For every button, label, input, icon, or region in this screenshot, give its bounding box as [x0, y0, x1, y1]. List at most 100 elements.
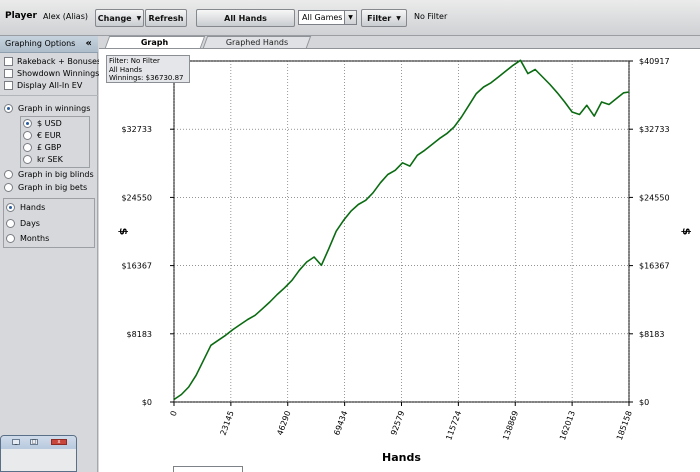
radio-label: Days: [20, 219, 40, 228]
unit-months-radio[interactable]: Months: [6, 233, 49, 244]
radio-button[interactable]: [6, 234, 15, 243]
currency-gbp-radio[interactable]: £ GBP: [23, 142, 61, 153]
all-hands-label: All Hands: [224, 13, 267, 23]
checkbox-label: Display All-In EV: [17, 81, 83, 90]
divider: [0, 95, 98, 96]
filter-status: No Filter: [414, 12, 448, 21]
minimized-window[interactable]: _ □ x: [0, 435, 77, 472]
x-tick-label: 0: [169, 410, 179, 418]
allin-ev-checkbox[interactable]: Display All-In EV: [4, 80, 82, 91]
x-tick-label: 23145: [219, 410, 236, 437]
checkbox-label: Rakeback + Bonuses: [17, 57, 102, 66]
radio-button[interactable]: [23, 119, 32, 128]
y-tick-label-left: $0: [142, 398, 152, 407]
radio-label: £ GBP: [37, 143, 62, 152]
y-tick-label-right: $0: [639, 398, 649, 407]
refresh-label: Refresh: [148, 13, 184, 23]
radio-button[interactable]: [4, 170, 13, 179]
filter-label: Filter: [367, 13, 392, 23]
radio-button[interactable]: [23, 131, 32, 140]
checkbox-box[interactable]: [4, 57, 13, 66]
radio-button[interactable]: [23, 143, 32, 152]
radio-label: Graph in big blinds: [18, 170, 94, 179]
currency-sek-radio[interactable]: kr SEK: [23, 154, 63, 165]
dropdown-arrow-icon: ▼: [396, 14, 401, 22]
y-axis-label-left: $: [117, 228, 130, 236]
player-name: Alex (Alias): [43, 12, 88, 21]
games-select[interactable]: All Games ▼: [298, 10, 357, 25]
x-tick-label: 92579: [389, 410, 406, 437]
window-titlebar[interactable]: _ □ x: [1, 436, 76, 449]
close-icon[interactable]: x: [51, 439, 67, 445]
tab-graphed-hands[interactable]: Graphed Hands: [202, 36, 312, 48]
games-value: All Games: [302, 13, 343, 22]
y-tick-label-left: $24550: [121, 193, 152, 202]
filter-line: Filter: No Filter: [109, 57, 160, 65]
unit-days-radio[interactable]: Days: [6, 218, 40, 229]
tab-label: Graph: [141, 38, 169, 47]
y-tick-label-right: $40917: [639, 57, 670, 66]
radio-label: Months: [20, 234, 50, 243]
radio-button[interactable]: [4, 183, 13, 192]
graph-big-bets-radio[interactable]: Graph in big bets: [4, 182, 87, 193]
filter-summary-box: Filter: No Filter All Hands Winnings: $3…: [106, 55, 190, 83]
change-player-button[interactable]: Change ▼: [95, 9, 144, 27]
radio-label: Graph in winnings: [18, 104, 91, 113]
dropdown-arrow-icon: ▼: [136, 14, 142, 22]
currency-eur-radio[interactable]: € EUR: [23, 130, 61, 141]
y-tick-label-left: $8183: [127, 330, 152, 339]
showdown-checkbox[interactable]: Showdown Winnings: [4, 68, 99, 79]
checkbox-box[interactable]: [4, 81, 13, 90]
winnings-chart: $0 $0 $8183 $8183 $16367 $16367 $24550 $24550 $3…: [117, 57, 693, 464]
y-tick-label-right: $32733: [639, 125, 670, 134]
double-chevron-left-icon[interactable]: «: [86, 36, 92, 52]
tab-graph[interactable]: Graph: [104, 36, 206, 48]
winnings-line: Winnings: $36730.87: [109, 74, 184, 82]
y-tick-label-left: $16367: [121, 262, 152, 271]
radio-label: kr SEK: [37, 155, 63, 164]
radio-label: Graph in big bets: [18, 183, 88, 192]
x-tick-label: 115724: [444, 410, 463, 442]
radio-label: $ USD: [37, 119, 62, 128]
tab-bar: Graph Graphed Hands: [99, 36, 700, 48]
tab-label: Graphed Hands: [225, 38, 288, 47]
checkbox-label: Showdown Winnings: [17, 69, 100, 78]
maximize-icon[interactable]: □: [30, 439, 38, 445]
radio-label: Hands: [20, 203, 46, 212]
x-tick-label: 162013: [558, 410, 577, 442]
panel-title: Graphing Options: [5, 39, 76, 48]
y-tick-label-right: $24550: [639, 193, 670, 202]
graph-panel: $0 $0 $8183 $8183 $16367 $16367 $24550 $24550 $3…: [99, 48, 700, 472]
radio-button[interactable]: [6, 219, 15, 228]
graph-winnings-radio[interactable]: Graph in winnings: [4, 103, 90, 114]
x-tick-label: 185158: [615, 410, 634, 442]
graphing-options-panel: Graphing Options « Rakeback + Bonuses Sh…: [0, 36, 101, 472]
all-hands-button[interactable]: All Hands: [196, 9, 295, 27]
filter-button[interactable]: Filter ▼: [361, 9, 407, 27]
y-tick-label-left: $32733: [121, 125, 152, 134]
refresh-button[interactable]: Refresh: [145, 9, 187, 27]
radio-button[interactable]: [4, 104, 13, 113]
radio-label: € EUR: [37, 131, 62, 140]
checkbox-box[interactable]: [4, 69, 13, 78]
dropdown-arrow-icon: ▼: [344, 11, 356, 24]
hands-line: All Hands: [109, 65, 142, 74]
x-tick-label: 69434: [332, 410, 349, 437]
graph-big-blinds-radio[interactable]: Graph in big blinds: [4, 169, 94, 180]
radio-button[interactable]: [6, 203, 15, 212]
y-axis-label-right: $: [680, 228, 693, 236]
currency-usd-radio[interactable]: $ USD: [23, 118, 62, 129]
x-axis-label: Hands: [382, 451, 421, 464]
radio-button[interactable]: [23, 155, 32, 164]
panel-header: Graphing Options «: [0, 36, 98, 53]
unit-hands-radio[interactable]: Hands: [6, 202, 45, 213]
toolbar: Player Alex (Alias) Change ▼ Refresh All …: [0, 0, 700, 36]
change-label: Change: [97, 13, 132, 23]
y-tick-label-right: $16367: [639, 262, 670, 271]
player-label: Player: [5, 11, 37, 21]
minimize-icon[interactable]: _: [12, 439, 20, 445]
app-window: Player Alex (Alias) Change ▼ Refresh All …: [0, 0, 700, 472]
bottom-tab[interactable]: [173, 466, 243, 472]
x-tick-label: 138869: [501, 410, 520, 442]
rakeback-checkbox[interactable]: Rakeback + Bonuses: [4, 56, 101, 67]
